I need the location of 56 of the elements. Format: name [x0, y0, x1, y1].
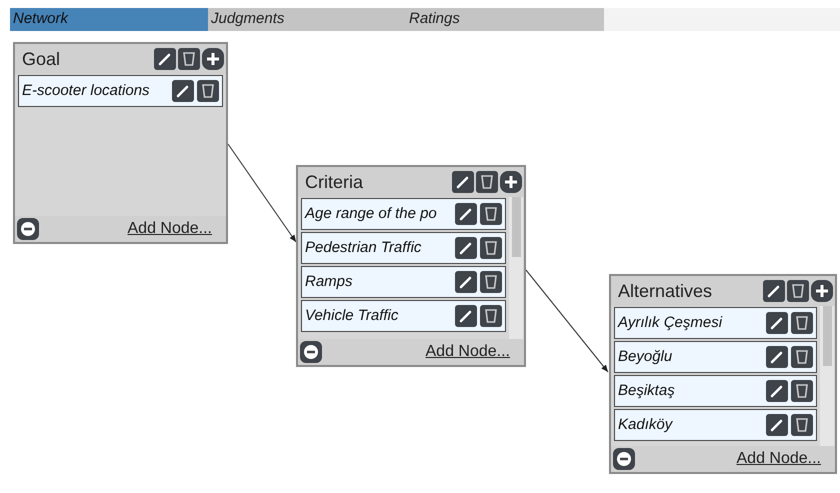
node-item[interactable]: Pedestrian Traffic — [301, 232, 506, 264]
item-label: E-scooter locations — [22, 80, 150, 101]
edit-icon[interactable] — [455, 237, 477, 259]
edit-icon[interactable] — [763, 280, 785, 302]
edit-icon[interactable] — [766, 380, 788, 402]
edit-icon[interactable] — [172, 80, 194, 102]
item-label: Ramps — [305, 272, 353, 292]
edit-icon[interactable] — [766, 414, 788, 436]
node-item[interactable]: Ayrılık Çeşmesi — [614, 307, 817, 339]
node-item[interactable]: Age range of the po — [301, 198, 506, 230]
add-icon[interactable] — [500, 171, 522, 193]
delete-icon[interactable] — [787, 280, 809, 302]
item-label: Beşiktaş — [618, 380, 675, 401]
node-title: Alternatives — [618, 280, 712, 302]
node-item[interactable]: Kadıköy — [614, 409, 817, 441]
add-icon[interactable] — [202, 48, 224, 70]
scrollbar[interactable] — [509, 197, 523, 339]
item-label: Age range of the po — [305, 204, 437, 224]
tab[interactable]: Ratings — [406, 8, 604, 31]
node-title: Criteria — [305, 170, 364, 194]
edit-icon[interactable] — [455, 271, 477, 293]
node-item[interactable]: Vehicle Traffic — [301, 300, 506, 332]
item-label: Beyoğlu — [618, 346, 672, 367]
delete-icon[interactable] — [480, 237, 502, 259]
remove-icon[interactable] — [300, 341, 322, 363]
node-item[interactable]: E-scooter locations — [18, 75, 223, 107]
edit-icon[interactable] — [154, 48, 176, 70]
delete-icon[interactable] — [480, 305, 502, 327]
item-label: Vehicle Traffic — [305, 306, 398, 326]
edit-icon[interactable] — [766, 312, 788, 334]
delete-icon[interactable] — [791, 346, 813, 368]
remove-icon[interactable] — [17, 218, 39, 240]
node-item[interactable]: Beşiktaş — [614, 375, 817, 407]
node-item[interactable]: Ramps — [301, 266, 506, 298]
node-title: Goal — [22, 48, 60, 70]
delete-icon[interactable] — [791, 312, 813, 334]
delete-icon[interactable] — [791, 414, 813, 436]
edit-icon[interactable] — [452, 171, 474, 193]
edit-icon[interactable] — [455, 305, 477, 327]
edit-icon[interactable] — [766, 346, 788, 368]
delete-icon[interactable] — [476, 171, 498, 193]
delete-icon[interactable] — [480, 203, 502, 225]
item-label: Kadıköy — [618, 414, 672, 435]
edit-icon[interactable] — [455, 203, 477, 225]
item-label: Pedestrian Traffic — [305, 238, 422, 258]
delete-icon[interactable] — [197, 80, 219, 102]
add-icon[interactable] — [811, 280, 833, 302]
remove-icon[interactable] — [613, 448, 635, 470]
delete-icon[interactable] — [480, 271, 502, 293]
tab[interactable]: Judgments — [208, 8, 406, 31]
node-item[interactable]: Beyoğlu — [614, 341, 817, 373]
delete-icon[interactable] — [791, 380, 813, 402]
tab[interactable]: Network — [10, 8, 208, 31]
delete-icon[interactable] — [178, 48, 200, 70]
scrollbar[interactable] — [820, 306, 834, 446]
item-label: Ayrılık Çeşmesi — [618, 312, 722, 333]
